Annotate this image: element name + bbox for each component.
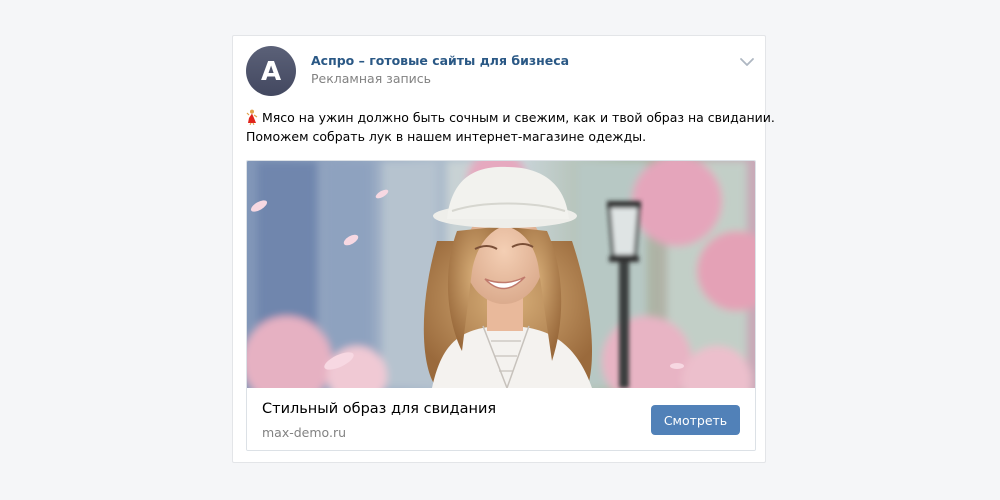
post-text: Мясо на ужин должно быть сочным и свежим… [246, 108, 775, 146]
post-text-line-2: Поможем собрать лук в нашем интернет-маг… [246, 129, 647, 144]
post-text-line-1-text: Мясо на ужин должно быть сочным и свежим… [262, 110, 775, 125]
author-avatar[interactable]: А [246, 46, 296, 96]
author-name-link[interactable]: Аспро – готовые сайты для бизнеса [311, 53, 569, 68]
post-text-line-1: Мясо на ужин должно быть сочным и свежим… [246, 108, 775, 127]
ad-footer: Стильный образ для свидания max-demo.ru … [247, 388, 755, 450]
ad-title[interactable]: Стильный образ для свидания [262, 401, 496, 417]
ad-card[interactable]: Стильный образ для свидания max-demo.ru … [246, 160, 756, 451]
ad-domain: max-demo.ru [262, 425, 347, 440]
ad-post: А Аспро – готовые сайты для бизнеса Рекл… [232, 35, 775, 463]
ad-image[interactable] [247, 161, 755, 388]
view-button[interactable]: Смотреть [651, 405, 740, 435]
post-meta-label: Рекламная запись [311, 71, 432, 86]
avatar-letter: А [260, 56, 282, 87]
dancer-emoji-icon [246, 109, 258, 125]
chevron-down-icon[interactable] [736, 53, 758, 71]
